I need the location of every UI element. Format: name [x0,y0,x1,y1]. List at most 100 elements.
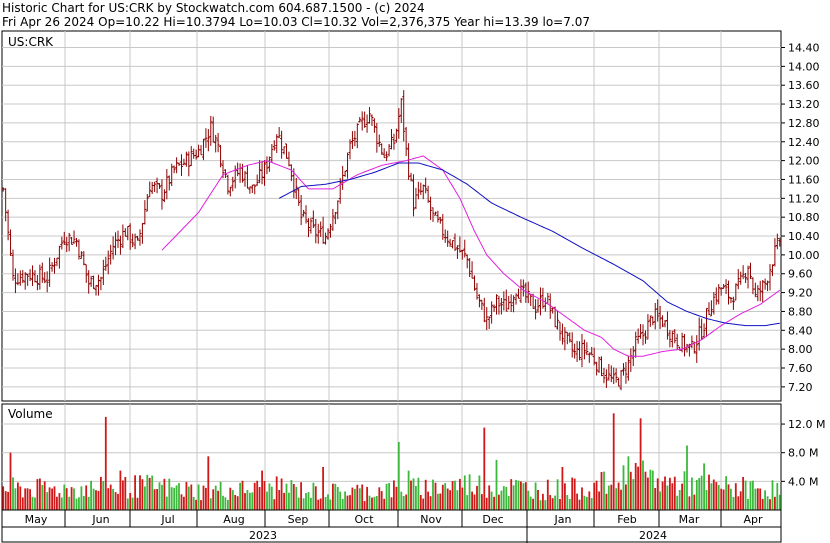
volume-bar [517,480,520,510]
price-panel-frame [1,30,782,402]
volume-bar [495,459,498,510]
volume-bar [522,483,525,510]
volume-bar [85,485,88,510]
volume-bar [737,496,740,510]
volume-bar [642,460,644,510]
volume-bar [24,488,27,510]
volume-bar [134,475,136,510]
volume-panel-label: Volume [8,407,53,421]
volume-bar [136,497,139,510]
volume-bar [307,492,310,510]
volume-bar [449,490,451,510]
volume-bar [97,490,100,510]
volume-bar [549,495,552,510]
volume-bar [261,470,263,510]
volume-bar [117,493,119,510]
volume-bar [41,485,44,510]
volume-bar [212,489,215,510]
volume-bar [349,495,351,510]
volume-bar [344,491,346,510]
volume-bar [346,495,349,510]
month-label: May [25,513,48,526]
month-label: Dec [482,513,503,526]
volume-bar [659,491,661,510]
volume-bar [564,483,566,510]
volume-bar [722,489,725,510]
volume-bar [730,488,732,510]
volume-bar [588,491,591,510]
volume-bar [708,474,710,510]
year-label: 2023 [249,529,277,542]
volume-bar [527,490,530,510]
volume-bar [139,475,141,510]
volume-bar [764,490,766,510]
month-label: Jan [554,513,572,526]
volume-bar [490,491,493,510]
volume-bar [720,488,723,510]
volume-bar [236,496,239,510]
volume-bar [56,496,58,510]
volume-bar [461,487,464,510]
volume-bar [634,463,637,510]
volume-bar [251,492,254,510]
volume-bar [598,491,600,510]
volume-bar [393,480,395,510]
volume-bar [339,491,342,510]
price-tick-label: 14.00 [788,60,820,73]
volume-bar [327,494,329,510]
volume-bar [249,492,251,510]
volume-bar [607,485,610,510]
volume-bar [432,479,434,510]
volume-bar [53,486,56,510]
volume-bar [148,477,151,510]
price-tick-label: 10.40 [788,230,820,243]
volume-bar [58,493,61,510]
volume-bar [444,483,447,510]
price-tick-label: 8.00 [788,343,813,356]
volume-bar [691,477,693,510]
volume-bar [759,488,762,510]
volume-bar [302,498,305,510]
volume-bar [119,470,122,510]
price-panel-label: US:CRK [8,35,54,49]
volume-bar [168,478,171,510]
volume-bar [427,491,429,510]
volume-bar [647,477,649,510]
volume-bar [581,487,583,510]
volume-bar [368,495,371,510]
volume-bar [717,485,720,510]
volume-bar [754,488,757,510]
volume-bar [686,445,688,510]
volume-bar [532,498,534,510]
volume-bar [776,483,779,510]
volume-bar [559,499,561,510]
volume-bar [341,498,344,510]
volume-bar [661,481,664,510]
price-tick-label: 8.80 [788,305,813,318]
volume-bar [229,487,232,510]
volume-bar [451,481,454,510]
price-tick-label: 9.20 [788,287,813,300]
volume-bar [195,499,197,510]
volume-bar [471,491,473,510]
volume-bar [43,481,46,510]
volume-bar [131,497,134,510]
volume-bar [669,477,671,510]
volume-bar [590,498,593,510]
volume-bar [183,496,185,510]
volume-bar [190,484,193,510]
month-label: Sep [288,513,309,526]
volume-bar [429,496,432,510]
volume-bar [639,418,642,510]
volume-bar [63,484,66,510]
volume-tick-label: 8.0 M [788,447,818,460]
volume-bar [515,479,517,510]
volume-bar [114,492,117,510]
price-tick-label: 12.80 [788,117,820,130]
volume-bar [625,484,627,510]
volume-bar [400,491,403,510]
volume-bar [439,493,442,510]
volume-bar [70,487,73,510]
volume-bar [744,480,747,510]
volume-bar [644,471,647,510]
